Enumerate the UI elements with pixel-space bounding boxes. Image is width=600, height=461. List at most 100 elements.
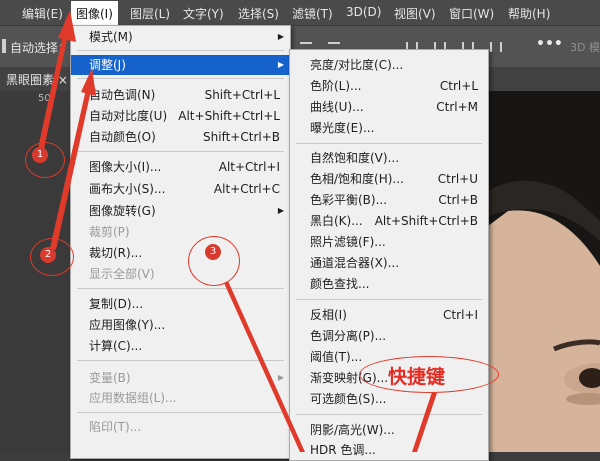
- menu-item-label: 黑白(K)...: [310, 214, 363, 228]
- menu-item-label: 通道混合器(X)...: [310, 256, 400, 270]
- menu-item-shortcut: Ctrl+L: [439, 79, 478, 93]
- menu-item-reveal-all[interactable]: 显示全部(V): [71, 264, 290, 284]
- menu-item-levels[interactable]: 色阶(L)... Ctrl+L: [290, 76, 488, 96]
- menu-separator: [296, 143, 482, 144]
- shortcut-callout-label: 快捷键: [388, 366, 446, 388]
- menu-item-shadows-highlights[interactable]: 阴影/高光(W)...: [290, 420, 488, 440]
- menu-item-selective-color[interactable]: 可选颜色(S)...: [290, 389, 488, 409]
- menu-item-variables[interactable]: 变量(B) ▶: [71, 368, 290, 388]
- menu-separator: [77, 78, 284, 79]
- menu-item-hdr-toning[interactable]: HDR 色调...: [290, 440, 488, 460]
- menu-item-image-size[interactable]: 图像大小(I)... Alt+Ctrl+I: [71, 157, 290, 177]
- menu-item-label: 变量(B): [89, 371, 131, 385]
- menu-item-shortcut: Ctrl+B: [438, 193, 478, 207]
- menu-edit[interactable]: 编辑(E): [22, 5, 63, 22]
- menu-image[interactable]: 图像(I): [71, 1, 118, 27]
- menu-item-label: 颜色查找...: [310, 277, 370, 291]
- ruler-tick-label: 50: [38, 93, 51, 104]
- menu-item-label: 陷印(T)...: [89, 420, 142, 434]
- menu-item-label: 自动颜色(O): [89, 130, 156, 144]
- menu-item-image-rotation[interactable]: 图像旋转(G) ▶: [71, 201, 290, 221]
- menu-item-label: 色彩平衡(B)...: [310, 193, 388, 207]
- menu-bar: 编辑(E) 图像(I) 图层(L) 文字(Y) 选择(S) 滤镜(T) 3D(D…: [0, 0, 600, 27]
- menu-item-curves[interactable]: 曲线(U)... Ctrl+M: [290, 97, 488, 117]
- menu-item-apply-image[interactable]: 应用图像(Y)...: [71, 315, 290, 335]
- menu-type[interactable]: 文字(Y): [183, 5, 224, 22]
- menu-item-shortcut: Alt+Shift+Ctrl+L: [178, 109, 280, 123]
- menu-item-color-lookup[interactable]: 颜色查找...: [290, 274, 488, 294]
- menu-item-black-white[interactable]: 黑白(K)... Alt+Shift+Ctrl+B: [290, 211, 488, 231]
- move-tool-icon[interactable]: [2, 39, 6, 53]
- menu-item-label: 裁剪(P): [89, 225, 130, 239]
- menu-separator: [77, 360, 284, 361]
- menu-item-color-balance[interactable]: 色彩平衡(B)... Ctrl+B: [290, 190, 488, 210]
- menu-item-label: 图像大小(I)...: [89, 160, 162, 174]
- marker-1: 1: [32, 147, 48, 163]
- menu-item-trap[interactable]: 陷印(T)...: [71, 417, 290, 437]
- menu-item-crop[interactable]: 裁剪(P): [71, 222, 290, 242]
- menu-item-apply-data-set[interactable]: 应用数据组(L)...: [71, 388, 290, 408]
- menu-item-photo-filter[interactable]: 照片滤镜(F)...: [290, 232, 488, 252]
- menu-item-label: 自然饱和度(V)...: [310, 151, 400, 165]
- menu-item-label: 色调分离(P)...: [310, 329, 387, 343]
- menu-item-auto-tone[interactable]: 自动色调(N) Shift+Ctrl+L: [71, 85, 290, 105]
- menu-item-vibrance[interactable]: 自然饱和度(V)...: [290, 148, 488, 168]
- image-menu-dropdown: 模式(M) ▶ 调整(J) ▶ 自动色调(N) Shift+Ctrl+L 自动对…: [70, 25, 291, 459]
- menu-view[interactable]: 视图(V): [394, 5, 436, 22]
- menu-filter[interactable]: 滤镜(T): [292, 5, 333, 22]
- menu-item-shortcut: Alt+Ctrl+I: [218, 160, 280, 174]
- menu-item-posterize[interactable]: 色调分离(P)...: [290, 326, 488, 346]
- submenu-arrow-icon: ▶: [277, 32, 284, 41]
- menu-item-brightness-contrast[interactable]: 亮度/对比度(C)...: [290, 55, 488, 75]
- menu-item-shortcut: Ctrl+I: [443, 308, 478, 322]
- menu-3d[interactable]: 3D(D): [346, 5, 381, 19]
- menu-item-label: 色阶(L)...: [310, 79, 362, 93]
- menu-item-calculations[interactable]: 计算(C)...: [71, 336, 290, 356]
- menu-separator: [77, 288, 284, 289]
- submenu-arrow-icon: ▶: [277, 373, 284, 382]
- menu-layer[interactable]: 图层(L): [130, 5, 170, 22]
- menu-item-shortcut: Alt+Shift+Ctrl+B: [374, 214, 478, 228]
- align-icon[interactable]: [490, 42, 502, 52]
- submenu-arrow-icon: ▶: [277, 60, 284, 69]
- menu-item-trim[interactable]: 裁切(R)...: [71, 243, 290, 263]
- document-tab[interactable]: 黑眼圈素 ×: [6, 71, 68, 88]
- menu-item-label: 自动色调(N): [89, 88, 156, 102]
- menu-item-shortcut: Shift+Ctrl+B: [203, 130, 280, 144]
- menu-item-auto-contrast[interactable]: 自动对比度(U) Alt+Shift+Ctrl+L: [71, 106, 290, 126]
- menu-select[interactable]: 选择(S): [238, 5, 279, 22]
- menu-item-shortcut: Ctrl+M: [436, 100, 478, 114]
- submenu-arrow-icon: ▶: [277, 206, 284, 215]
- mode-3d-label: 3D 模: [570, 41, 600, 54]
- menu-window[interactable]: 窗口(W): [449, 5, 494, 22]
- menu-item-exposure[interactable]: 曝光度(E)...: [290, 118, 488, 138]
- menu-item-label: 模式(M): [89, 30, 133, 44]
- portrait-photo: [488, 91, 600, 452]
- marker-3: 3: [205, 244, 221, 260]
- menu-separator: [77, 151, 284, 152]
- menu-item-label: 显示全部(V): [89, 267, 155, 281]
- menu-item-duplicate[interactable]: 复制(D)...: [71, 294, 290, 314]
- menu-separator: [77, 412, 284, 413]
- menu-item-canvas-size[interactable]: 画布大小(S)... Alt+Ctrl+C: [71, 179, 290, 199]
- menu-item-invert[interactable]: 反相(I) Ctrl+I: [290, 305, 488, 325]
- menu-item-hue-saturation[interactable]: 色相/饱和度(H)... Ctrl+U: [290, 169, 488, 189]
- more-options-icon[interactable]: •••: [536, 36, 563, 52]
- menu-item-mode[interactable]: 模式(M) ▶: [71, 27, 290, 47]
- menu-item-channel-mixer[interactable]: 通道混合器(X)...: [290, 253, 488, 273]
- menu-item-label: 阈值(T)...: [310, 350, 363, 364]
- portrait-image: [488, 91, 600, 452]
- menu-item-label: 阴影/高光(W)...: [310, 423, 395, 437]
- menu-separator: [296, 299, 482, 300]
- menu-item-label: 画布大小(S)...: [89, 182, 166, 196]
- menu-item-label: 图像旋转(G): [89, 204, 156, 218]
- menu-item-label: 复制(D)...: [89, 297, 144, 311]
- menu-item-label: 可选颜色(S)...: [310, 392, 387, 406]
- menu-item-label: 计算(C)...: [89, 339, 143, 353]
- menu-item-label: 调整(J): [89, 58, 126, 72]
- menu-item-shortcut: Shift+Ctrl+L: [204, 88, 280, 102]
- menu-item-shortcut: Ctrl+U: [437, 172, 478, 186]
- menu-item-auto-color[interactable]: 自动颜色(O) Shift+Ctrl+B: [71, 127, 290, 147]
- menu-item-adjust[interactable]: 调整(J) ▶: [71, 55, 290, 75]
- menu-help[interactable]: 帮助(H): [508, 5, 550, 22]
